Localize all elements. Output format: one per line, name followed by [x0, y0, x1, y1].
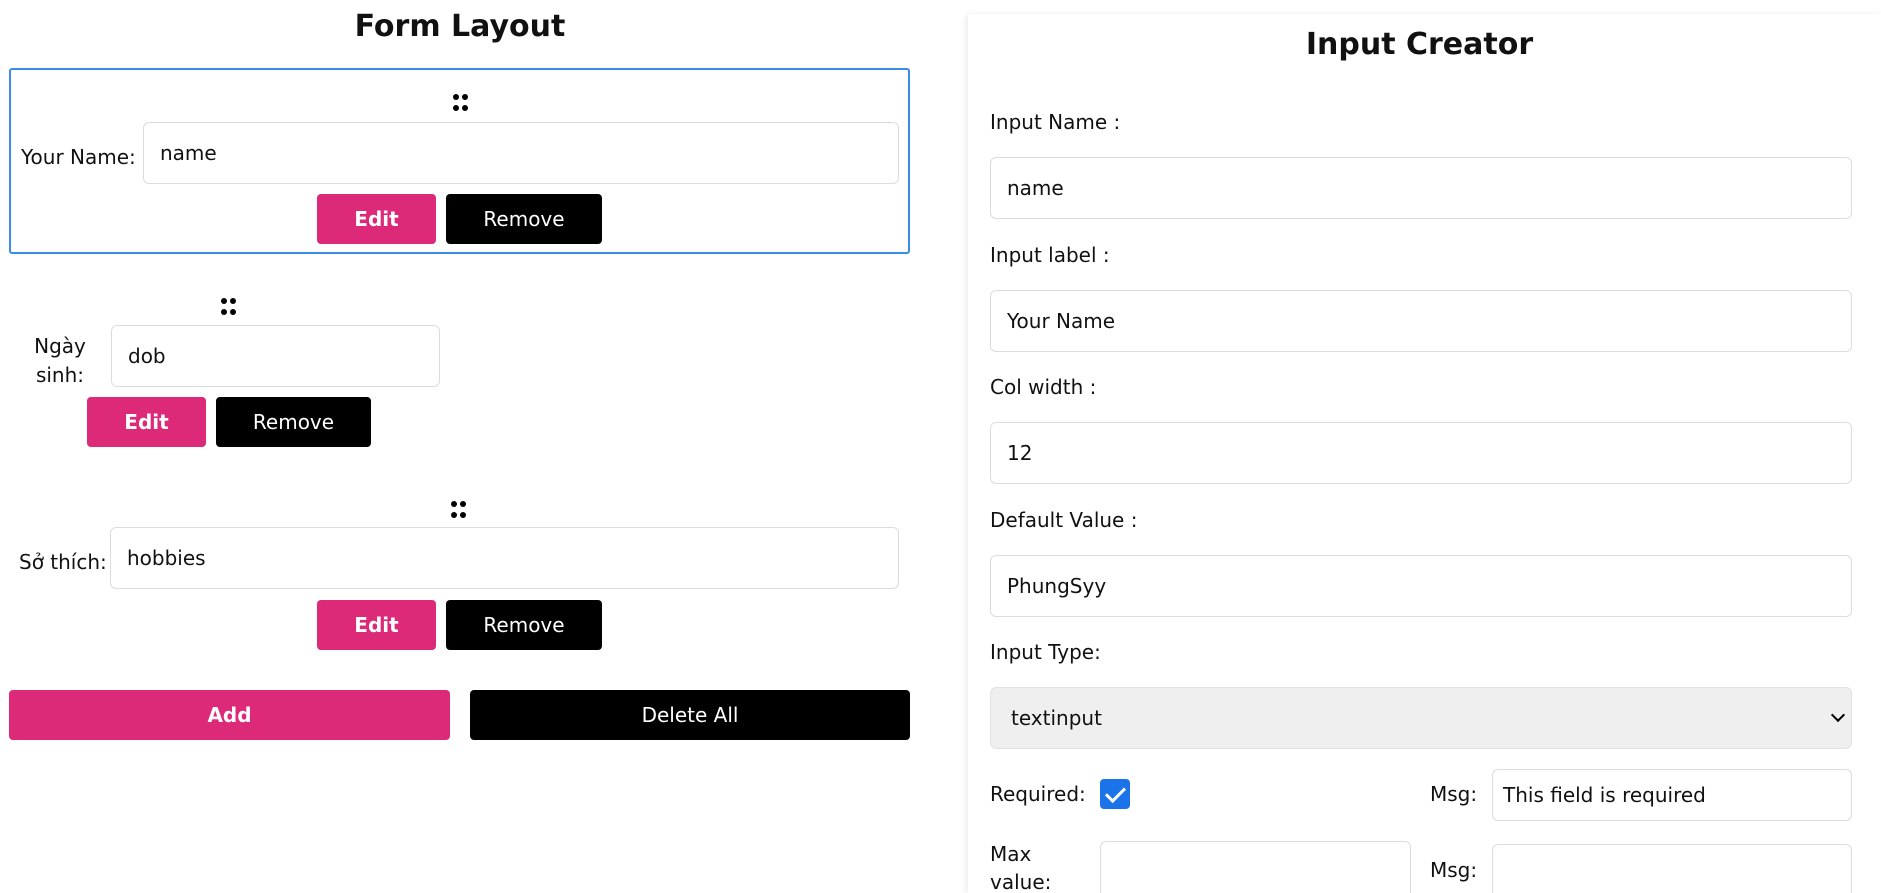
col-width-label: Col width : — [990, 375, 1097, 399]
field-label: Ngày sinh: — [30, 332, 90, 390]
field-label-line: Ngày — [34, 334, 86, 358]
drag-handle-icon[interactable] — [453, 94, 469, 112]
field-input[interactable]: hobbies — [110, 527, 899, 589]
form-layout-title: Form Layout — [354, 9, 566, 44]
field-input[interactable]: name — [143, 122, 899, 184]
edit-button[interactable]: Edit — [317, 600, 436, 650]
col-width-field[interactable]: 12 — [990, 422, 1852, 484]
input-type-select[interactable]: textinput — [990, 687, 1852, 749]
drag-handle-icon[interactable] — [451, 501, 467, 519]
page: Form Layout Your Name: name Edit Remove … — [0, 0, 1881, 893]
remove-button[interactable]: Remove — [446, 600, 602, 650]
max-value-field[interactable] — [1100, 841, 1411, 893]
field-card-hobbies[interactable]: Sở thích: hobbies Edit Remove — [9, 490, 910, 660]
input-type-label: Input Type: — [990, 640, 1101, 664]
max-msg-label: Msg: — [1430, 858, 1478, 882]
chevron-down-icon — [1830, 707, 1846, 723]
field-card-name[interactable]: Your Name: name Edit Remove — [9, 68, 910, 254]
input-label-field[interactable]: Your Name — [990, 290, 1852, 352]
max-msg-field[interactable] — [1492, 844, 1852, 893]
checkmark-icon — [1104, 781, 1126, 803]
remove-button[interactable]: Remove — [216, 397, 371, 447]
input-label-label: Input label : — [990, 243, 1110, 267]
input-creator-title: Input Creator — [1305, 27, 1534, 62]
delete-all-button[interactable]: Delete All — [470, 690, 910, 740]
max-value-label-line: Max — [990, 842, 1032, 866]
field-label-line: sinh: — [35, 363, 85, 387]
input-type-selected: textinput — [1011, 706, 1102, 730]
drag-handle-icon[interactable] — [221, 298, 237, 316]
input-creator-panel: Input Creator Input Name : name Input la… — [968, 14, 1881, 893]
form-layout-panel: Form Layout Your Name: name Edit Remove … — [0, 0, 920, 893]
max-value-label-line: value: — [990, 870, 1052, 893]
field-label: Sở thích: — [19, 550, 107, 574]
remove-button[interactable]: Remove — [446, 194, 602, 244]
input-name-label: Input Name : — [990, 110, 1121, 134]
field-card-dob[interactable]: Ngày sinh: dob Edit Remove — [30, 290, 450, 460]
max-value-label: Max value: — [990, 840, 1051, 893]
required-label: Required: — [990, 782, 1086, 806]
default-value-label: Default Value : — [990, 508, 1138, 532]
required-msg-field[interactable]: This field is required — [1492, 769, 1852, 821]
field-label: Your Name: — [21, 145, 136, 169]
required-msg-label: Msg: — [1430, 782, 1478, 806]
default-value-field[interactable]: PhungSyy — [990, 555, 1852, 617]
required-checkbox[interactable] — [1100, 779, 1130, 809]
field-input[interactable]: dob — [111, 325, 440, 387]
add-button[interactable]: Add — [9, 690, 450, 740]
input-name-field[interactable]: name — [990, 157, 1852, 219]
edit-button[interactable]: Edit — [317, 194, 436, 244]
edit-button[interactable]: Edit — [87, 397, 206, 447]
